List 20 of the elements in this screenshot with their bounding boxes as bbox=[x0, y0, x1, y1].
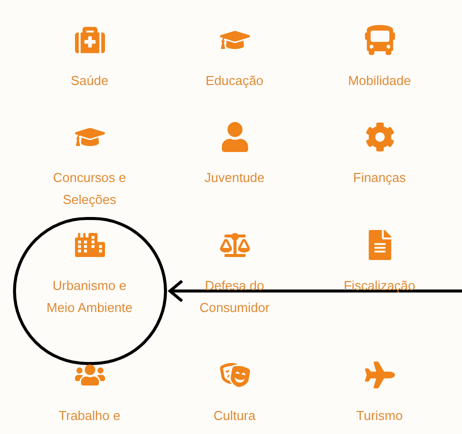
category-link[interactable]: Saúde bbox=[70, 70, 108, 92]
masks-icon bbox=[220, 360, 250, 390]
category-link[interactable]: Juventude bbox=[204, 167, 264, 189]
category-link[interactable]: Cultura bbox=[214, 405, 256, 427]
person-icon bbox=[220, 122, 250, 152]
category-link[interactable]: Turismo bbox=[356, 405, 403, 427]
category-link[interactable]: Finanças bbox=[353, 167, 406, 189]
city-icon bbox=[74, 230, 104, 260]
category-link[interactable]: Urbanismo e Meio Ambiente bbox=[42, 275, 138, 319]
scales-icon bbox=[220, 230, 250, 260]
medkit-icon bbox=[74, 25, 104, 55]
bus-icon bbox=[364, 25, 394, 55]
category-link[interactable]: Trabalho e bbox=[58, 405, 120, 427]
category-link[interactable]: Mobilidade bbox=[348, 70, 411, 92]
airplane-icon bbox=[364, 360, 394, 390]
category-link[interactable]: Fiscalização bbox=[344, 275, 416, 297]
gear-icon bbox=[364, 122, 394, 152]
category-link[interactable]: Concursos e Seleções bbox=[42, 167, 138, 211]
category-link[interactable]: Defesa do Consumidor bbox=[186, 275, 282, 319]
category-link[interactable]: Educação bbox=[206, 70, 264, 92]
